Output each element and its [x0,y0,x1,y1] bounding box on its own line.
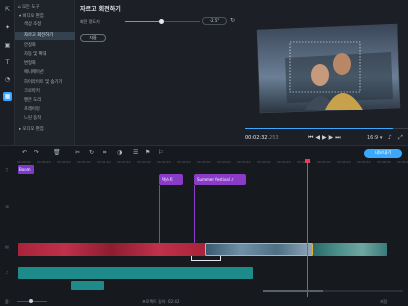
zoom-slider[interactable] [17,299,47,303]
ruler-tick-label: 00:06:20 [397,160,408,164]
list-item[interactable]: 크로마키 [15,88,75,96]
save-button[interactable]: 저장 [380,299,387,305]
crop-icon[interactable]: ⌗ [103,149,106,157]
ruler-tick-label: 00:02:40 [177,160,191,164]
audio-track-icon: ♪ [5,270,9,275]
video-clip-selected[interactable] [205,243,313,256]
audio-clip-2[interactable] [71,281,104,290]
fullscreen-icon[interactable]: ⤢ [398,134,403,142]
aspect-ratio-select[interactable]: 16:9 ▾ [367,135,382,141]
flag-icon[interactable]: ⚐ [158,149,163,156]
list-item[interactable]: ▾ 비디오 편집 [15,13,75,21]
ruler-tick-label: 00:01:40 [117,160,131,164]
properties-icon[interactable]: ☰ [133,149,138,156]
ruler-tick-label: 00:05:40 [357,160,371,164]
ruler-tick-label: 00:02:00 [137,160,151,164]
list-item[interactable]: 변형화 [15,60,75,68]
text-icon[interactable]: T [3,58,12,67]
video-clip-3[interactable] [313,243,387,256]
text-clip-1[interactable]: 텍스트 [159,174,183,185]
ruler-tick-label: 00:04:20 [277,160,291,164]
transition-marker[interactable] [191,256,221,261]
playhead[interactable] [307,161,308,297]
tools-list-panel: ⌂ 모든 도구 ▾ 비디오 편집 색상 조정 자르고 회전하기 안정화 자동 및… [15,0,75,145]
title-clip[interactable]: Boom [18,165,34,174]
text-clip-2[interactable]: Summer festival ♪ [194,174,246,185]
angle-value-field[interactable]: -2.5° [202,17,227,25]
text-track-icon: T [5,168,9,173]
preview-panel: 00:02:32.253 ⏮◀▶▶⏭ 16:9 ▾ ♪ ⤢ [245,0,408,145]
ruler-tick-label: 00:01:00 [77,160,91,164]
color-icon[interactable]: ◑ [117,149,122,156]
list-item[interactable]: 자동 및 확대 [15,51,75,59]
wand-icon[interactable]: ✦ [3,23,12,32]
zoom-handle[interactable] [29,299,33,303]
text-clip-1-link [159,185,160,243]
audio-clip-1[interactable] [18,267,253,279]
list-item[interactable]: 안정화 [15,42,75,50]
text-clip-2-link [194,185,195,243]
transitions-icon[interactable]: ▦ [3,92,12,101]
left-sidebar: ⇱ ✦ ▣ T ◔ ▦ [0,0,15,145]
tool-settings-panel: 자르고 회전하기 회전 정도기 -2.5° ↻ 자름 [75,0,245,145]
ruler-tick-label: 00:03:00 [197,160,211,164]
list-item[interactable]: 색상 조정 [15,21,75,29]
angle-label: 회전 정도기 [80,19,100,24]
ruler-tick-label: 00:06:00 [377,160,391,164]
stickers-icon[interactable]: ◔ [3,75,12,84]
preview-progress-fill [245,128,393,129]
filters-icon[interactable]: ▣ [3,41,12,50]
undo-icon[interactable]: ↶ [22,149,27,156]
marker-icon[interactable]: ⚑ [145,149,150,156]
ruler-tick-label: 00:00:40 [57,160,71,164]
timecode: 00:02:32.253 [245,135,279,141]
timeline: ↶ ↷ 🗑 ✂ ↻ ⌗ ◑ ☰ ⚑ ⚐ 내보내기 00:00:00 00:00:2… [0,145,408,306]
ruler-tick-label: 00:04:00 [257,160,271,164]
tool-title: 자르고 회전하기 [80,6,121,13]
crop-button[interactable]: 자름 [80,34,106,42]
list-item-selected[interactable]: 자르고 회전하기 [15,32,75,40]
list-item[interactable]: 애니메이션 [15,69,75,77]
ruler-tick-label: 00:03:40 [237,160,251,164]
reset-icon[interactable]: ↻ [230,17,235,24]
import-icon[interactable]: ⇱ [3,5,12,14]
ruler-tick-label: 00:05:20 [337,160,351,164]
list-item[interactable]: 하이라이트 및 숨기기 [15,79,75,87]
angle-slider-fill [125,21,161,22]
preview-image [256,23,401,114]
overlay-track-icon: ⊞ [5,204,9,209]
playhead-handle[interactable] [305,159,310,163]
redo-icon[interactable]: ↷ [34,149,39,156]
time-ruler[interactable]: 00:00:00 00:00:20 00:00:40 00:01:00 00:01:20… [17,160,408,165]
list-item[interactable]: 팬은 도리 [15,97,75,105]
playback-controls[interactable]: ⏮◀▶▶⏭ [308,134,343,142]
horizontal-scrollbar[interactable] [263,290,403,292]
ruler-tick-label: 00:03:20 [217,160,231,164]
delete-icon[interactable]: 🗑 [53,149,61,156]
list-item[interactable]: 느린 동작 [15,115,75,123]
ruler-tick-label: 00:02:20 [157,160,171,164]
preview-progress-track[interactable] [245,128,408,129]
project-length: 프로젝트 길이: 02:42 [142,299,180,304]
list-item[interactable]: 프레이밍 [15,106,75,114]
cut-icon[interactable]: ✂ [75,149,80,156]
angle-slider-track[interactable] [125,19,200,24]
ruler-tick-label: 00:00:20 [37,160,51,164]
volume-icon[interactable]: ♪ [388,134,392,141]
rotate-icon[interactable]: ↻ [89,149,94,156]
list-item[interactable]: ▸ 오디오 편집 [15,126,75,134]
export-button[interactable]: 내보내기 [364,149,402,158]
video-track-icon: ▤ [5,244,9,249]
ruler-tick-label: 00:00:00 [17,160,31,164]
zoom-label: 줌: [5,299,11,304]
angle-slider-handle[interactable] [159,19,164,24]
ruler-tick-label: 00:01:20 [97,160,111,164]
list-item[interactable]: ⌂ 모든 도구 [15,4,75,12]
video-clip-red[interactable] [18,243,205,256]
ruler-tick-label: 00:05:00 [317,160,331,164]
scrollbar-thumb[interactable] [263,290,323,292]
